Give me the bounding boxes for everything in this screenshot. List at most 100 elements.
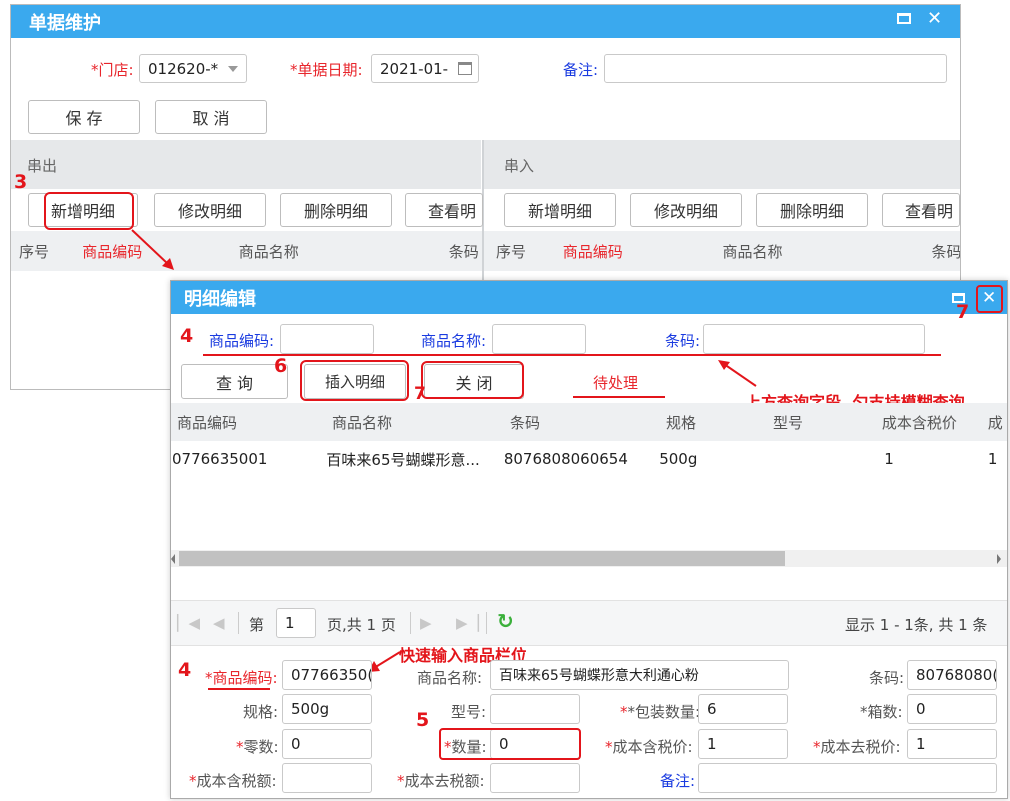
right-col-code: 商品编码: [562, 242, 623, 261]
annotation-box-qty: [439, 728, 581, 760]
left-edit-detail-button[interactable]: 修改明细: [154, 193, 266, 227]
right-panel-title: 串入: [504, 157, 535, 175]
dialog-table-header: 商品编码 商品名称 条码 规格 型号 成本含税价 成: [171, 403, 1007, 441]
outer-title: 单据维护: [29, 12, 101, 34]
search-code-input[interactable]: [280, 324, 374, 354]
form-code-label: *商品编码:: [205, 669, 278, 687]
search-name-input[interactable]: [492, 324, 586, 354]
query-button[interactable]: 查 询: [181, 364, 288, 399]
form-cost-notax-amt-label: *成本去税额:: [397, 772, 485, 790]
annotation-underline-code: [208, 688, 270, 690]
left-delete-detail-button[interactable]: 删除明细: [280, 193, 392, 227]
form-cost-tax-input[interactable]: 1: [698, 729, 788, 759]
right-add-detail-button[interactable]: 新增明细: [504, 193, 616, 227]
page-number-input[interactable]: 1: [276, 608, 316, 638]
dialog-col-barcode: 条码: [510, 413, 541, 432]
form-box-label: *箱数:: [860, 703, 903, 721]
dialog-col-code: 商品编码: [177, 413, 238, 432]
next-page-icon[interactable]: ▶: [420, 614, 432, 632]
cell-name: 百味来65号蝴蝶形意...: [326, 450, 480, 469]
cell-cost-tax: 1: [884, 450, 894, 468]
form-model-input[interactable]: [490, 694, 580, 724]
annotation-number-3: 3: [14, 171, 28, 193]
form-loose-label: *零数:: [236, 738, 279, 756]
cancel-button[interactable]: 取 消: [155, 100, 267, 134]
right-view-detail-button[interactable]: 查看明: [882, 193, 960, 227]
remark-label: 备注:: [563, 61, 599, 79]
left-col-name: 商品名称: [238, 242, 299, 261]
form-name-input[interactable]: 百味来65号蝴蝶形意大利通心粉: [490, 660, 789, 690]
annotation-underline-search: [203, 354, 941, 356]
annotation-box-close-button: [421, 361, 524, 399]
form-cost-notax-amt-input[interactable]: [490, 763, 580, 793]
search-code-label: 商品编码:: [209, 332, 275, 350]
search-barcode-label: 条码:: [665, 332, 701, 350]
form-barcode-label: 条码:: [869, 669, 905, 687]
cell-spec: 500g: [659, 450, 698, 468]
pager-divider-3: [486, 612, 487, 634]
remark-input[interactable]: [604, 54, 947, 83]
annotation-number-5: 5: [416, 709, 430, 731]
page-prefix: 第: [249, 616, 265, 634]
table-row[interactable]: 0776635001 百味来65号蝴蝶形意... 8076808060654 5…: [171, 446, 1007, 472]
form-loose-input[interactable]: 0: [282, 729, 372, 759]
first-page-icon[interactable]: ▏◀: [177, 614, 200, 632]
form-barcode-input[interactable]: 80768080(: [907, 660, 997, 690]
scroll-left-arrow[interactable]: [171, 554, 175, 564]
annotation-arrow-search: [718, 360, 757, 387]
form-cost-tax-label: *成本含税价:: [605, 738, 693, 756]
left-panel-title: 串出: [27, 157, 58, 175]
pending-underline: [573, 396, 665, 398]
dialog-col-cost-tax: 成本含税价: [881, 413, 957, 432]
refresh-icon[interactable]: ↻: [497, 609, 514, 633]
annotation-number-4-form: 4: [178, 659, 192, 681]
form-pack-input[interactable]: 6: [698, 694, 788, 724]
dialog-col-spec: 规格: [665, 413, 696, 432]
pager-summary: 显示 1 - 1条, 共 1 条: [845, 616, 988, 634]
dialog-title-bar: 明细编辑: [171, 281, 1007, 314]
horizontal-scrollbar[interactable]: [171, 550, 1007, 567]
date-input[interactable]: 2021-01-: [371, 54, 479, 83]
form-cost-notax-input[interactable]: 1: [907, 729, 997, 759]
save-button[interactable]: 保 存: [28, 100, 140, 134]
form-box-input[interactable]: 0: [907, 694, 997, 724]
annotation-number-7-button: 7: [414, 384, 426, 404]
form-pack-label: **包装数量:: [620, 703, 701, 721]
maximize-icon[interactable]: [897, 13, 911, 24]
prev-page-icon[interactable]: ◀: [213, 614, 225, 632]
pending-link[interactable]: 待处理: [593, 372, 638, 393]
form-cost-notax-label: *成本去税价:: [813, 738, 901, 756]
left-table-header: 序号 商品编码 商品名称 条码: [11, 231, 482, 271]
left-panel-header: 串出: [11, 140, 481, 189]
form-cost-tax-amt-input[interactable]: [282, 763, 372, 793]
pager-divider-2: [410, 612, 411, 634]
form-spec-input[interactable]: 500g: [282, 694, 372, 724]
calendar-icon[interactable]: [458, 62, 472, 75]
pager-divider-1: [238, 612, 239, 634]
left-col-seq: 序号: [19, 242, 50, 261]
form-cost-tax-amt-label: *成本含税额:: [189, 772, 277, 790]
search-barcode-input[interactable]: [703, 324, 925, 354]
left-view-detail-button[interactable]: 查看明: [405, 193, 483, 227]
scrollbar-thumb[interactable]: [179, 551, 785, 566]
cell-code: 0776635001: [172, 450, 268, 468]
right-edit-detail-button[interactable]: 修改明细: [630, 193, 742, 227]
store-select[interactable]: 012620-*: [139, 54, 247, 83]
right-panel-header: 串入: [484, 140, 960, 189]
dialog-col-name: 商品名称: [331, 413, 392, 432]
store-value: 012620-*: [148, 59, 219, 78]
search-name-label: 商品名称:: [421, 332, 487, 350]
annotation-number-7-close: 7: [956, 301, 970, 323]
form-code-input[interactable]: 07766350(: [282, 660, 372, 690]
scroll-right-arrow[interactable]: [997, 554, 1001, 564]
cell-barcode: 8076808060654: [503, 450, 628, 468]
form-remark-input[interactable]: [698, 763, 997, 793]
left-col-barcode: 条码: [448, 242, 479, 261]
annotation-box-dialog-close: [976, 285, 1003, 313]
close-icon[interactable]: ✕: [927, 8, 942, 29]
annotation-arrow-3: [131, 229, 174, 270]
last-page-icon[interactable]: ▶▕: [456, 614, 479, 632]
right-delete-detail-button[interactable]: 删除明细: [756, 193, 868, 227]
dialog-col-model: 型号: [772, 413, 803, 432]
cell-cost-extra: 1: [987, 450, 998, 468]
